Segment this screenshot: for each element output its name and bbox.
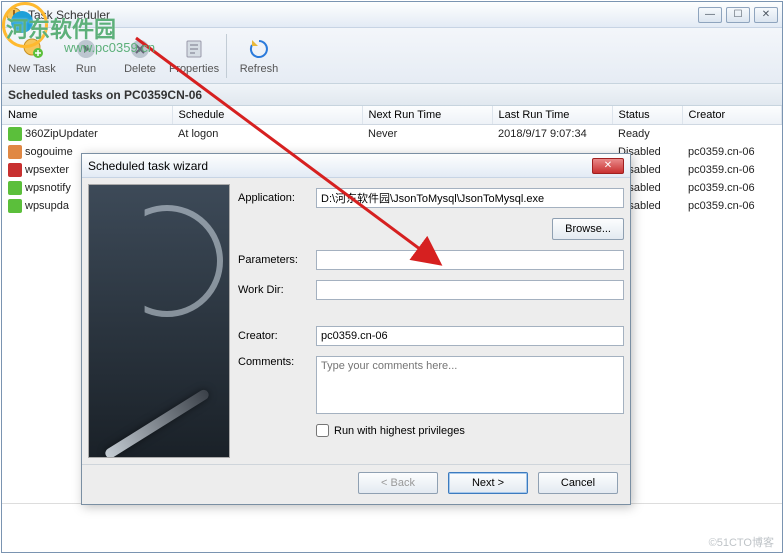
section-header: Scheduled tasks on PC0359CN-06 (2, 84, 782, 106)
dialog-buttons: < Back Next > Cancel (82, 464, 630, 500)
scheduled-task-wizard-dialog: Scheduled task wizard ✕ Application: Bro… (81, 153, 631, 505)
task-icon (8, 181, 22, 195)
properties-button[interactable]: Properties (168, 32, 220, 80)
close-button[interactable]: ✕ (754, 7, 778, 23)
run-icon (74, 37, 98, 61)
creator-input[interactable] (316, 326, 624, 346)
col-last-run[interactable]: Last Run Time (492, 106, 612, 125)
toolbar: New Task Run Delete Properties Refresh (2, 28, 782, 84)
comments-label: Comments: (238, 356, 308, 368)
new-task-button[interactable]: New Task (6, 32, 58, 80)
refresh-button[interactable]: Refresh (233, 32, 285, 80)
cancel-button[interactable]: Cancel (538, 472, 618, 494)
footer-watermark: ©51CTO博客 (709, 534, 774, 550)
maximize-button[interactable]: ☐ (726, 7, 750, 23)
delete-button[interactable]: Delete (114, 32, 166, 80)
task-icon (8, 163, 22, 177)
col-schedule[interactable]: Schedule (172, 106, 362, 125)
work-dir-label: Work Dir: (238, 284, 308, 296)
table-row[interactable]: 360ZipUpdaterAt logonNever2018/9/17 9:07… (2, 125, 782, 144)
col-name[interactable]: Name (2, 106, 172, 125)
minimize-button[interactable]: — (698, 7, 722, 23)
task-icon (8, 199, 22, 213)
dialog-close-button[interactable]: ✕ (592, 158, 624, 174)
parameters-input[interactable] (316, 250, 624, 270)
application-label: Application: (238, 192, 308, 204)
col-next-run[interactable]: Next Run Time (362, 106, 492, 125)
application-input[interactable] (316, 188, 624, 208)
toolbar-separator (226, 34, 227, 78)
parameters-label: Parameters: (238, 254, 308, 266)
titlebar: Task Scheduler — ☐ ✕ (2, 2, 782, 28)
properties-icon (182, 37, 206, 61)
delete-icon (128, 37, 152, 61)
next-button[interactable]: Next > (448, 472, 528, 494)
run-button[interactable]: Run (60, 32, 112, 80)
new-task-icon (20, 37, 44, 61)
highest-privileges-label: Run with highest privileges (334, 425, 465, 437)
dialog-titlebar: Scheduled task wizard ✕ (82, 154, 630, 178)
wizard-form: Application: Browse... Parameters: Work … (238, 184, 624, 458)
wizard-image (88, 184, 230, 458)
refresh-icon (247, 37, 271, 61)
work-dir-input[interactable] (316, 280, 624, 300)
col-status[interactable]: Status (612, 106, 682, 125)
col-creator[interactable]: Creator (682, 106, 782, 125)
task-icon (8, 127, 22, 141)
window-title: Task Scheduler (28, 8, 698, 22)
comments-input[interactable] (316, 356, 624, 414)
creator-label: Creator: (238, 330, 308, 342)
highest-privileges-checkbox[interactable] (316, 424, 329, 437)
task-icon (8, 145, 22, 159)
app-icon (6, 7, 22, 23)
browse-button[interactable]: Browse... (552, 218, 624, 240)
dialog-title: Scheduled task wizard (88, 159, 592, 173)
back-button[interactable]: < Back (358, 472, 438, 494)
